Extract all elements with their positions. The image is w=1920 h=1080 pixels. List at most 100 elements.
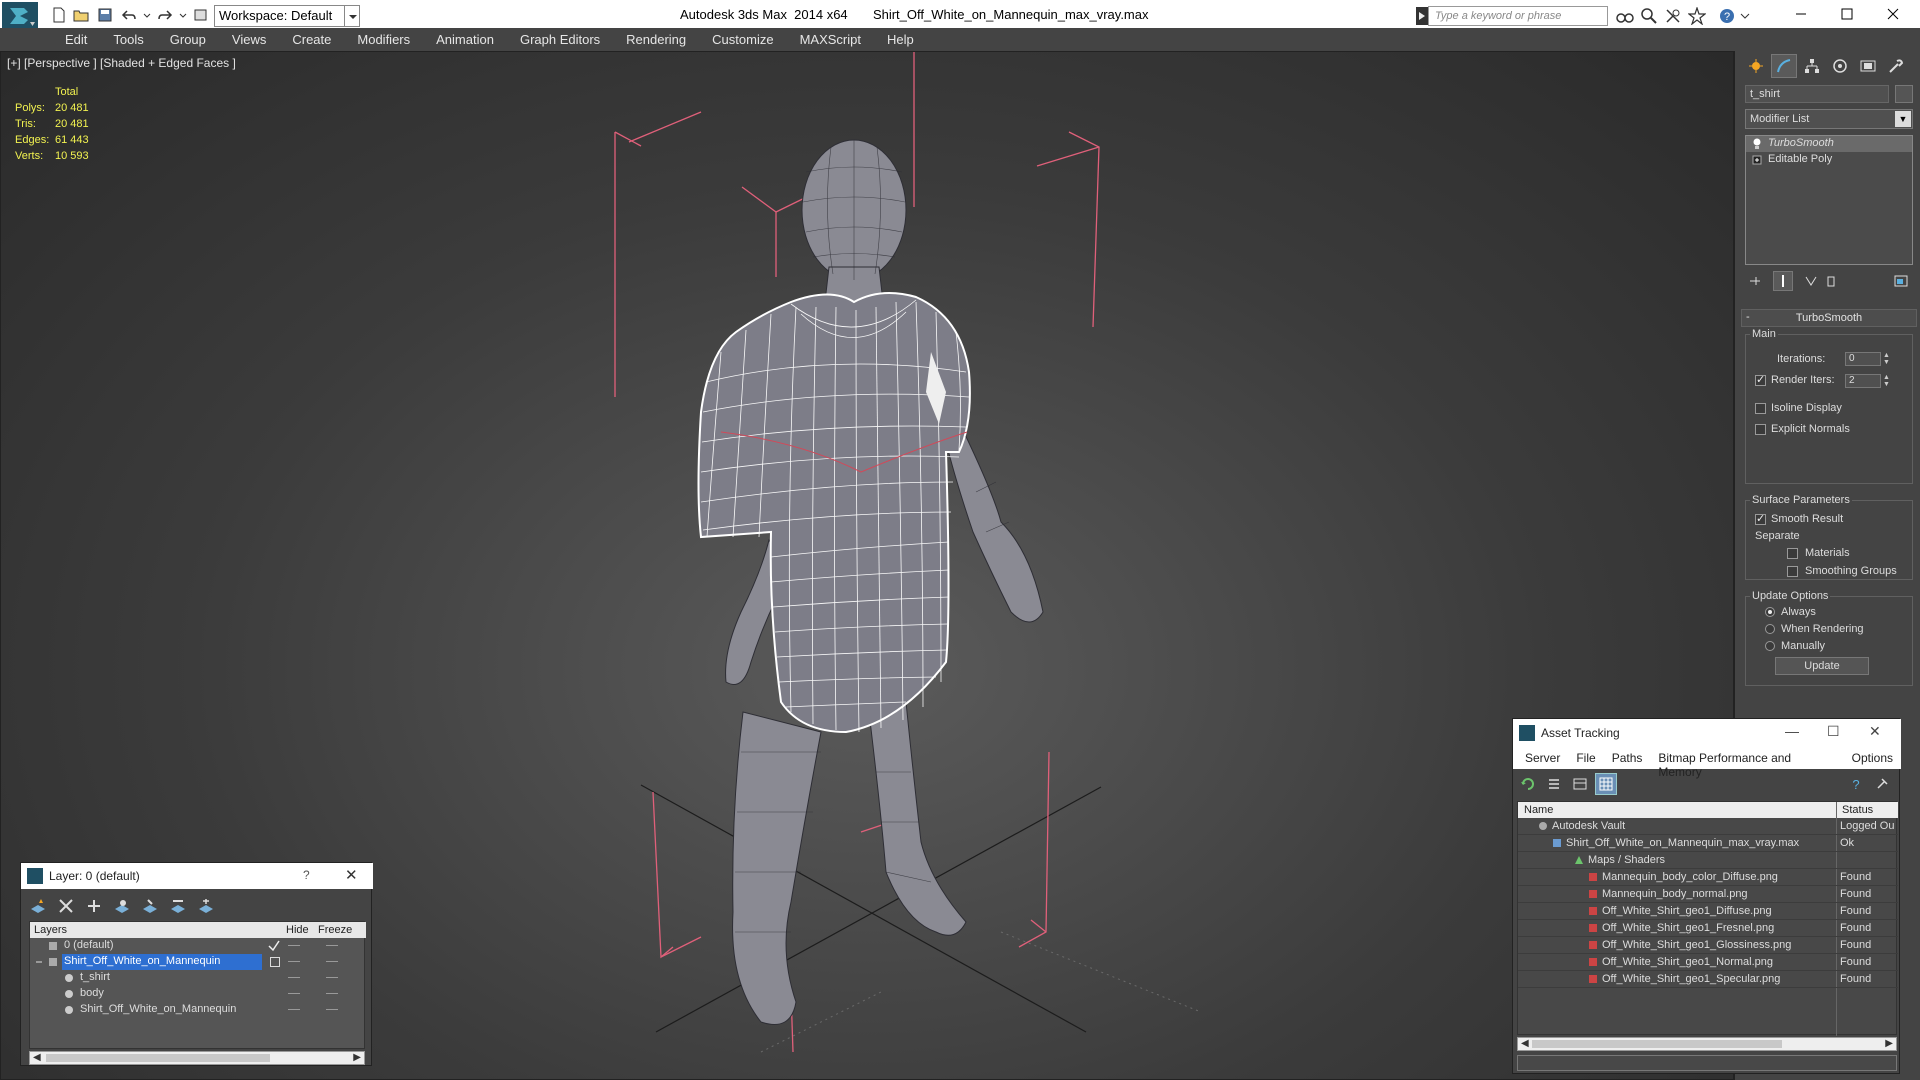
iterations-spinner[interactable]: 0 (1845, 352, 1881, 366)
help-icon[interactable]: ? (1718, 7, 1736, 25)
binoculars-icon[interactable] (1616, 7, 1634, 25)
modify-tab-icon[interactable] (1771, 54, 1797, 78)
workspace-dropdown[interactable]: Workspace: Default (214, 5, 360, 27)
set-current-box[interactable] (270, 957, 280, 967)
create-tab-icon[interactable] (1743, 54, 1769, 78)
object-name-field[interactable]: t_shirt (1745, 85, 1889, 103)
new-file-icon[interactable] (50, 6, 68, 24)
menu-options[interactable]: Options (1844, 747, 1901, 769)
menu-modifiers[interactable]: Modifiers (344, 28, 423, 51)
hide-toggle[interactable] (288, 945, 300, 946)
workspace-chevron-icon[interactable] (344, 5, 360, 27)
undo-icon[interactable] (120, 6, 138, 24)
save-icon[interactable] (96, 6, 114, 24)
scrollbar-thumb[interactable] (1532, 1040, 1782, 1048)
project-folder-icon[interactable] (192, 6, 210, 24)
column-header-hide[interactable]: Hide (286, 924, 309, 936)
explicit-normals-checkbox[interactable] (1755, 424, 1766, 435)
refresh-icon[interactable] (1517, 773, 1539, 795)
show-end-result-icon[interactable] (1773, 271, 1793, 291)
maximize-button[interactable]: ☐ (1827, 723, 1840, 740)
spinner-arrows-icon[interactable]: ▲ ▼ (1883, 374, 1893, 388)
minimize-button[interactable]: — (1785, 723, 1799, 739)
menu-help[interactable]: Help (874, 28, 927, 51)
render-iters-checkbox[interactable] (1755, 373, 1766, 386)
freeze-toggle[interactable] (326, 1009, 338, 1010)
asset-row[interactable]: Shirt_Off_White_on_Mannequin_max_vray.ma… (1518, 835, 1898, 852)
search-expand-icon[interactable] (1416, 7, 1428, 25)
hide-toggle[interactable] (288, 977, 300, 978)
tree-view-icon[interactable] (1569, 773, 1591, 795)
menu-group[interactable]: Group (157, 28, 219, 51)
asset-row[interactable]: Off_White_Shirt_geo1_Fresnel.png Found (1518, 920, 1898, 937)
pin-stack-icon[interactable] (1745, 271, 1765, 291)
configure-modifier-sets-icon[interactable] (1891, 271, 1911, 291)
layer-row[interactable]: 0 (default) (30, 938, 366, 954)
current-layer-check-icon[interactable] (268, 940, 280, 952)
select-objects-icon[interactable] (111, 895, 133, 917)
horizontal-scrollbar[interactable]: ◀ ▶ (1517, 1037, 1897, 1051)
asset-window-titlebar[interactable]: Asset Tracking — ☐ ✕ (1513, 719, 1901, 747)
pin-icon[interactable] (1871, 773, 1893, 795)
display-tab-icon[interactable] (1855, 54, 1881, 78)
add-selection-icon[interactable] (83, 895, 105, 917)
stack-item-editable-poly[interactable]: Editable Poly (1746, 152, 1912, 168)
expand-box-icon[interactable] (1752, 154, 1762, 166)
render-iters-spinner[interactable]: 2 (1845, 374, 1881, 388)
close-icon[interactable]: ✕ (345, 866, 358, 884)
menu-graph-editors[interactable]: Graph Editors (507, 28, 613, 51)
asset-row[interactable]: Off_White_Shirt_geo1_Normal.png Found (1518, 954, 1898, 971)
help-icon[interactable]: ? (1845, 773, 1867, 795)
asset-row[interactable]: Mannequin_body_color_Diffuse.png Found (1518, 869, 1898, 886)
scrollbar-thumb[interactable] (46, 1054, 270, 1062)
menu-customize[interactable]: Customize (699, 28, 786, 51)
spinner-arrows-icon[interactable]: ▲ ▼ (1883, 352, 1893, 366)
hide-toggle[interactable] (288, 1009, 300, 1010)
subscription-icon[interactable] (1640, 7, 1658, 25)
create-layer-icon[interactable] (27, 895, 49, 917)
scroll-right-icon[interactable]: ▶ (1885, 1038, 1893, 1049)
materials-checkbox[interactable] (1787, 548, 1798, 559)
redo-dropdown-icon[interactable] (174, 6, 192, 24)
communication-center-icon[interactable] (1664, 7, 1682, 25)
hide-toggle[interactable] (288, 993, 300, 994)
menu-animation[interactable]: Animation (423, 28, 507, 51)
layer-row[interactable]: Shirt_Off_White_on_Mannequin (30, 954, 366, 970)
help-dropdown-icon[interactable] (1736, 7, 1754, 25)
help-button[interactable]: ? (303, 868, 310, 882)
column-header-freeze[interactable]: Freeze (318, 924, 352, 936)
highlight-layer-icon[interactable] (139, 895, 161, 917)
menu-create[interactable]: Create (279, 28, 344, 51)
asset-row[interactable]: Mannequin_body_normal.png Found (1518, 886, 1898, 903)
asset-row[interactable]: Off_White_Shirt_geo1_Specular.png Found (1518, 971, 1898, 988)
always-radio[interactable] (1765, 607, 1775, 617)
menu-rendering[interactable]: Rendering (613, 28, 699, 51)
search-input[interactable]: Type a keyword or phrase (1428, 6, 1608, 26)
viewport-label[interactable]: [+] [Perspective ] [Shaded + Edged Faces… (7, 56, 236, 70)
hide-all-icon[interactable] (167, 895, 189, 917)
asset-row[interactable]: Maps / Shaders (1518, 852, 1898, 869)
make-unique-icon[interactable] (1801, 271, 1821, 291)
menu-bitmap-performance[interactable]: Bitmap Performance and Memory (1650, 747, 1843, 779)
layer-row[interactable]: t_shirt (30, 970, 366, 986)
smoothing-groups-checkbox[interactable] (1787, 566, 1798, 577)
smooth-result-checkbox[interactable] (1755, 512, 1766, 525)
menu-edit[interactable]: Edit (52, 28, 100, 51)
collapse-icon[interactable]: - (1746, 311, 1750, 323)
chevron-down-icon[interactable]: ▼ (1895, 111, 1911, 127)
object-color-swatch[interactable] (1895, 85, 1913, 103)
modifier-list-dropdown[interactable]: Modifier List ▼ (1745, 109, 1913, 129)
freeze-toggle[interactable] (326, 945, 338, 946)
close-button[interactable] (1870, 0, 1916, 28)
update-button[interactable]: Update (1775, 657, 1869, 675)
when-rendering-radio[interactable] (1765, 624, 1775, 634)
hierarchy-tab-icon[interactable] (1799, 54, 1825, 78)
remove-modifier-icon[interactable] (1821, 271, 1841, 291)
asset-row[interactable]: Off_White_Shirt_geo1_Diffuse.png Found (1518, 903, 1898, 920)
scroll-left-icon[interactable]: ◀ (33, 1052, 41, 1063)
stack-item-turbosmooth[interactable]: TurboSmooth (1746, 136, 1912, 152)
open-file-icon[interactable] (72, 6, 90, 24)
maximize-button[interactable] (1824, 0, 1870, 28)
column-header-layers[interactable]: Layers (34, 924, 67, 936)
table-view-icon[interactable] (1595, 773, 1617, 795)
